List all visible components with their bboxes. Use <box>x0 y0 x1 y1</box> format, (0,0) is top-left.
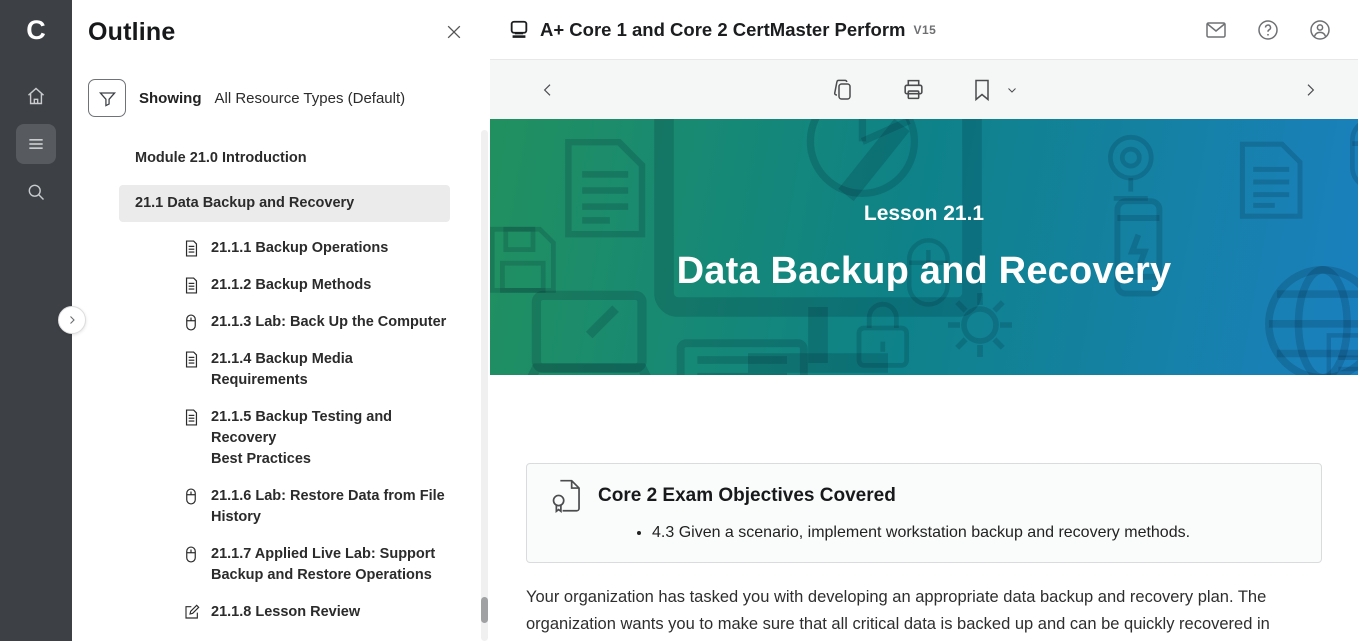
lesson-toolbar <box>490 60 1358 119</box>
document-icon <box>184 351 200 391</box>
outline-item-label: 21.1.1 Backup Operations <box>211 238 388 259</box>
lesson-content: Core 2 Exam Objectives Covered 4.3 Given… <box>490 375 1358 641</box>
search-nav-button[interactable] <box>16 172 56 212</box>
outline-item-topic[interactable]: 21.1.7 Applied Live Lab: Support Backup … <box>184 544 450 586</box>
copy-button[interactable] <box>831 78 855 102</box>
mouse-icon <box>184 488 200 528</box>
outline-item-topic[interactable]: 21.1.4 Backup Media Requirements <box>184 349 450 391</box>
objective-item: 4.3 Given a scenario, implement workstat… <box>652 522 1303 544</box>
panel-expand-toggle[interactable] <box>58 306 86 334</box>
home-icon <box>26 86 46 106</box>
copy-icon <box>831 78 855 102</box>
search-icon <box>26 182 46 202</box>
outline-item-topic[interactable]: 21.1.1 Backup Operations <box>184 238 450 259</box>
outline-scrollbar-thumb[interactable] <box>481 597 488 623</box>
outline-item-topic[interactable]: 21.1.6 Lab: Restore Data from File Histo… <box>184 486 450 528</box>
objectives-list: 4.3 Given a scenario, implement workstat… <box>551 522 1303 544</box>
outline-panel-title: Outline <box>88 18 176 47</box>
outline-item-label: 21.1.8 Lesson Review <box>211 602 360 623</box>
lesson-hero-banner: Lesson 21.1 Data Backup and Recovery <box>490 119 1358 375</box>
outline-item-label: 21.1.4 Backup Media Requirements <box>211 349 450 391</box>
previous-page-button[interactable] <box>540 82 556 98</box>
bookmark-button[interactable] <box>972 78 992 102</box>
outline-item-topic[interactable]: 21.1.3 Lab: Back Up the Computer <box>184 312 450 333</box>
close-outline-button[interactable] <box>444 22 464 42</box>
outline-nav-button[interactable] <box>16 124 56 164</box>
outline-panel: Outline Showing All Resource Types (Defa… <box>72 0 490 641</box>
account-icon <box>1308 18 1332 42</box>
home-nav-button[interactable] <box>16 76 56 116</box>
exam-objectives-box: Core 2 Exam Objectives Covered 4.3 Given… <box>526 463 1322 563</box>
print-button[interactable] <box>901 77 926 102</box>
help-icon <box>1256 18 1280 42</box>
outline-item-label: 21.1.2 Backup Methods <box>211 275 371 296</box>
bookmark-icon <box>972 78 992 102</box>
chevron-right-icon <box>66 314 78 326</box>
next-page-button[interactable] <box>1302 82 1318 98</box>
showing-label: Showing <box>139 90 202 107</box>
outline-list: Module 21.0 Introduction 21.1 Data Backu… <box>88 148 490 641</box>
course-version-badge: V15 <box>914 23 937 37</box>
mouse-icon <box>184 314 200 333</box>
close-icon <box>444 22 464 42</box>
outline-item-label: 21.1.3 Lab: Back Up the Computer <box>211 312 446 333</box>
outline-item-label: 21.1.5 Backup Testing and Recovery Best … <box>211 407 450 470</box>
lesson-number: Lesson 21.1 <box>864 202 984 226</box>
chevron-right-icon <box>1302 82 1318 98</box>
course-header: A+ Core 1 and Core 2 CertMaster Perform … <box>490 0 1358 60</box>
filter-current-value: All Resource Types (Default) <box>215 90 406 107</box>
outline-item-topic[interactable]: 21.1.8 Lesson Review <box>184 602 450 623</box>
outline-item-label: 21.1.7 Applied Live Lab: Support Backup … <box>211 544 435 586</box>
outline-item-module[interactable]: Module 21.0 Introduction <box>119 148 450 169</box>
list-icon <box>26 134 46 154</box>
intro-paragraph: Your organization has tasked you with de… <box>526 584 1322 641</box>
document-icon <box>184 409 200 470</box>
filter-funnel-icon <box>98 89 117 108</box>
course-title: A+ Core 1 and Core 2 CertMaster Perform <box>540 19 906 41</box>
main-content: A+ Core 1 and Core 2 CertMaster Perform … <box>490 0 1358 641</box>
outline-item-label: 21.1.6 Lab: Restore Data from File Histo… <box>211 486 445 528</box>
help-button[interactable] <box>1256 18 1280 42</box>
edit-icon <box>184 604 200 623</box>
chevron-left-icon <box>540 82 556 98</box>
outline-item-topic[interactable]: 21.1.5 Backup Testing and Recovery Best … <box>184 407 450 470</box>
resource-filter-button[interactable] <box>88 79 126 117</box>
messages-button[interactable] <box>1204 18 1228 42</box>
app-window: C Outline <box>0 0 1358 641</box>
document-icon <box>184 240 200 259</box>
course-book-icon <box>508 19 530 41</box>
mouse-icon <box>184 546 200 586</box>
mail-icon <box>1204 18 1228 42</box>
outline-item-lesson-active[interactable]: 21.1 Data Backup and Recovery <box>119 185 450 222</box>
lesson-title: Data Backup and Recovery <box>677 250 1172 293</box>
certificate-icon <box>551 479 581 513</box>
comptia-logo: C <box>0 0 72 60</box>
document-icon <box>184 277 200 296</box>
objectives-title: Core 2 Exam Objectives Covered <box>598 485 896 507</box>
chevron-down-icon <box>1006 84 1018 96</box>
bookmark-menu-button[interactable] <box>1006 84 1018 96</box>
outline-scrollbar[interactable] <box>481 130 488 641</box>
printer-icon <box>901 77 926 102</box>
account-button[interactable] <box>1308 18 1332 42</box>
outline-item-topic[interactable]: 21.1.2 Backup Methods <box>184 275 450 296</box>
